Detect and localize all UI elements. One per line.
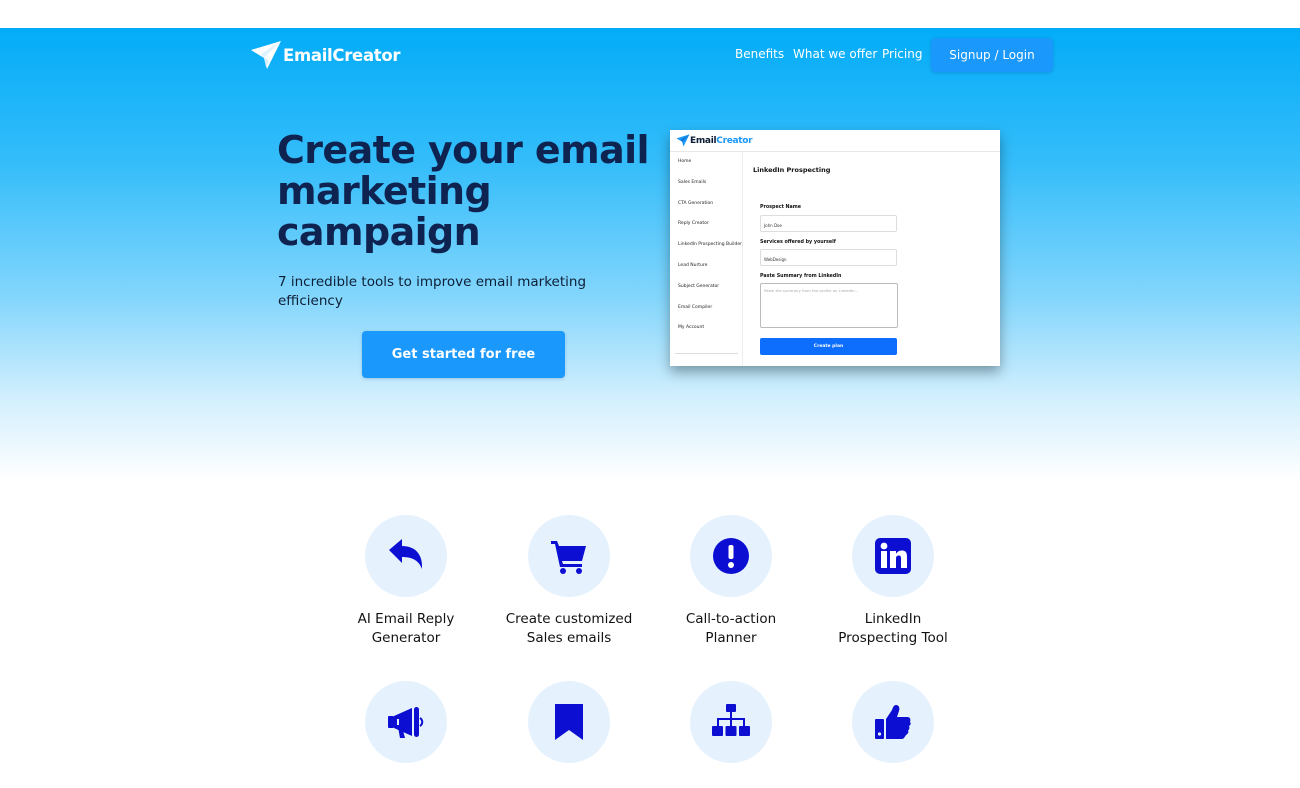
preview-sidebar-item: Sales Emails: [678, 179, 707, 185]
feature-icon-circle: [365, 515, 447, 597]
preview-main: LinkedIn Prospecting Prospect Name John …: [744, 152, 1000, 366]
feature-icon-circle: [365, 681, 447, 763]
nav-item-what-we-offer[interactable]: What we offer: [793, 47, 877, 61]
feature-icon-circle: [690, 681, 772, 763]
nav-link-benefits[interactable]: Benefits: [735, 47, 784, 61]
feature-thumbs-up[interactable]: [808, 681, 978, 763]
top-strip: [0, 0, 1300, 28]
paper-plane-icon: [676, 134, 690, 147]
feature-label-line2: Planner: [705, 630, 757, 646]
feature-icon-circle: [528, 515, 610, 597]
nav-item-pricing[interactable]: Pricing: [882, 47, 922, 61]
app-preview: Email Creator Home Sales Emails CTA Gener…: [670, 130, 1000, 366]
hero-subline: 7 incredible tools to improve email mark…: [278, 274, 587, 309]
feature-label: Create customized Sales emails: [484, 610, 654, 648]
feature-bookmark[interactable]: [484, 681, 654, 763]
preview-sidebar-item: Email Compiler: [678, 304, 713, 310]
feature-label: Call-to-action Planner: [646, 610, 816, 648]
bookmark-icon: [555, 704, 583, 740]
exclamation-icon: [713, 538, 749, 574]
preview-field2-label: Services offered by yourself: [760, 240, 836, 245]
thumbs-up-icon: [875, 705, 911, 739]
preview-field1-input: John Doe: [760, 215, 897, 232]
feature-icon-circle: [690, 515, 772, 597]
feature-label-line1: Create customized: [505, 611, 633, 627]
nav-link-pricing[interactable]: Pricing: [882, 47, 922, 61]
sitemap-icon: [712, 704, 750, 736]
feature-megaphone[interactable]: [321, 681, 491, 763]
feature-ai-email-reply[interactable]: AI Email Reply Generator: [321, 515, 491, 648]
paper-plane-icon: [251, 41, 281, 69]
preview-sidebar-item: LinkedIn Prospecting Builder: [678, 242, 742, 248]
feature-label: AI Email Reply Generator: [321, 610, 491, 648]
feature-label: LinkedIn Prospecting Tool: [808, 610, 978, 648]
get-started-button[interactable]: Get started for free: [362, 331, 565, 378]
preview-sidebar-item: Reply Creator: [678, 221, 709, 227]
reply-icon: [389, 539, 423, 569]
preview-field2-input: WebDesign: [760, 249, 897, 266]
hero-section: [0, 28, 1300, 480]
preview-sidebar-item: CTA Generation: [678, 200, 714, 206]
feature-linkedin-prospecting[interactable]: LinkedIn Prospecting Tool: [808, 515, 978, 648]
preview-title: LinkedIn Prospecting: [753, 166, 831, 174]
preview-sidebar-item: My Account: [678, 325, 705, 331]
preview-logo: Email Creator: [676, 134, 753, 147]
preview-logo-left: Email: [690, 135, 717, 146]
feature-label-line1: Call-to-action: [685, 611, 777, 627]
feature-icon-circle: [852, 681, 934, 763]
nav-link-what-we-offer[interactable]: What we offer: [793, 47, 877, 61]
preview-sidebar: Home Sales Emails CTA Generation Reply C…: [670, 152, 743, 366]
hero-headline: Create your email marketing campaign: [277, 128, 650, 254]
linkedin-icon: [875, 538, 911, 574]
nav-item-benefits[interactable]: Benefits: [735, 47, 784, 61]
preview-field3-label: Paste Summary from LinkedIn: [760, 274, 842, 279]
feature-icon-circle: [528, 681, 610, 763]
preview-create-plan-button: Create plan: [760, 338, 897, 355]
preview-sidebar-item: Subject Generator: [678, 283, 720, 289]
preview-logo-right: Creator: [716, 135, 753, 146]
feature-icon-circle: [852, 515, 934, 597]
cart-icon: [551, 541, 586, 574]
megaphone-icon: [388, 707, 424, 738]
preview-field3-textarea: Paste the summary from the profile on Li…: [760, 283, 898, 328]
signup-login-button[interactable]: Signup / Login: [931, 38, 1053, 72]
preview-sidebar-divider: [675, 353, 738, 354]
feature-label-line1: AI Email Reply: [357, 611, 455, 627]
site-logo[interactable]: EmailCreator: [250, 40, 401, 70]
feature-sitemap[interactable]: [646, 681, 816, 763]
feature-sales-emails[interactable]: Create customized Sales emails: [484, 515, 654, 648]
feature-cta-planner[interactable]: Call-to-action Planner: [646, 515, 816, 648]
feature-label-line1: LinkedIn: [864, 611, 922, 627]
preview-sidebar-item: Lead Nurture: [678, 262, 708, 268]
feature-label-line2: Generator: [371, 630, 441, 646]
preview-field1-label: Prospect Name: [760, 205, 802, 210]
logo-text: EmailCreator: [283, 45, 401, 65]
preview-header: Email Creator: [670, 130, 1000, 152]
feature-label-line2: Prospecting Tool: [838, 630, 948, 646]
preview-sidebar-item: Home: [678, 159, 692, 164]
feature-label-line2: Sales emails: [526, 630, 612, 646]
